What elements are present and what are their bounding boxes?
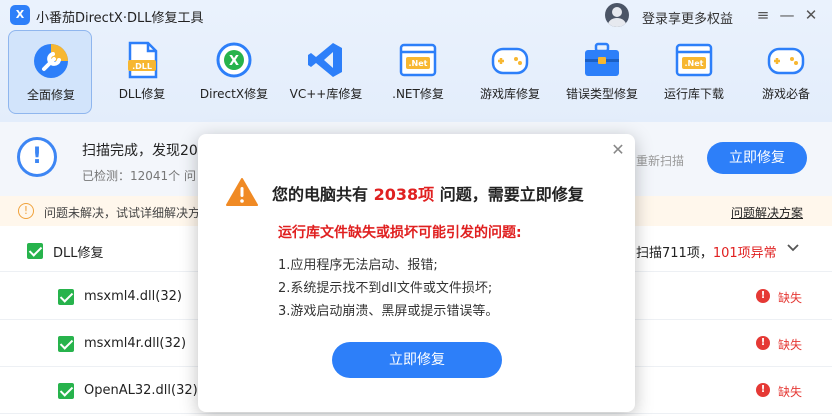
dotnet-window-icon: .Net xyxy=(399,43,437,77)
group-checkbox[interactable] xyxy=(27,243,43,259)
item-name: msxml4r.dll(32) xyxy=(84,336,187,351)
dialog-problem-item: 1.应用程序无法启动、报错; xyxy=(278,258,438,273)
svg-text:.Net: .Net xyxy=(409,59,428,68)
solution-link[interactable]: 问题解决方案 xyxy=(731,204,803,221)
svg-text:.DLL: .DLL xyxy=(132,62,152,71)
alert-circle-icon: ! xyxy=(18,203,34,219)
dialog-fix-now-button[interactable]: 立即修复 xyxy=(332,342,502,378)
tool-label: 游戏必备 xyxy=(761,87,810,101)
info-warning-icon: ! xyxy=(17,137,57,177)
group-scanned: 扫描711项， xyxy=(636,246,713,261)
group-stats: 扫描711项，101项异常 xyxy=(636,242,777,261)
group-name: DLL修复 xyxy=(53,246,104,261)
user-avatar-icon[interactable] xyxy=(605,3,629,27)
dialog-close-button[interactable]: ✕ xyxy=(610,142,626,158)
scan-result-title: 扫描完成，发现20 xyxy=(82,143,198,159)
item-status: 缺失 xyxy=(778,338,803,352)
item-checkbox[interactable] xyxy=(58,289,74,305)
menu-icon[interactable]: ≡ xyxy=(752,4,774,26)
dialog-problem-item: 2.系统提示找不到dll文件或文件损坏; xyxy=(278,281,493,296)
item-name: msxml4.dll(32) xyxy=(84,289,182,304)
tool-dll-repair[interactable]: .DLL DLL修复 xyxy=(100,30,184,114)
error-icon: ! xyxy=(756,383,770,397)
tool-label: 游戏库修复 xyxy=(479,87,540,101)
chevron-down-icon[interactable] xyxy=(786,240,800,254)
svg-text:X: X xyxy=(229,54,239,69)
item-name: OpenAL32.dll(32) xyxy=(84,383,198,398)
svg-text:.Net: .Net xyxy=(685,59,704,68)
app-title: 小番茄DirectX·DLL修复工具 xyxy=(36,11,204,26)
error-icon: ! xyxy=(756,336,770,350)
dll-file-icon: .DLL xyxy=(128,41,158,79)
fix-now-button[interactable]: 立即修复 xyxy=(707,142,807,174)
dialog-problem-item: 3.游戏启动崩溃、黑屏或提示错误等。 xyxy=(278,304,499,319)
tool-label: DLL修复 xyxy=(118,87,166,101)
login-link[interactable]: 登录享更多权益 xyxy=(642,8,733,27)
item-checkbox[interactable] xyxy=(58,336,74,352)
dialog-title: 您的电脑共有 2038项 问题，需要立即修复 xyxy=(272,181,584,205)
dialog-subtitle: 运行库文件缺失或损坏可能引发的问题: xyxy=(278,225,522,241)
close-window-button[interactable]: ✕ xyxy=(800,4,822,26)
gamepad-icon xyxy=(491,47,529,75)
notice-text: 问题未解决，试试详细解决方 xyxy=(44,206,201,220)
toolbox-icon xyxy=(585,42,619,76)
warning-triangle-icon xyxy=(226,178,258,206)
minimize-button[interactable]: — xyxy=(776,4,798,26)
item-status: 缺失 xyxy=(778,291,803,305)
group-abnormal: 101项异常 xyxy=(712,246,777,261)
visual-studio-icon xyxy=(308,43,342,77)
tool-label: VC++库修复 xyxy=(289,87,363,101)
tool-label: .NET修复 xyxy=(392,87,444,101)
issue-count: 2038项 xyxy=(373,185,435,204)
tool-vc-repair[interactable]: VC++库修复 xyxy=(284,30,368,114)
tool-dotnet-repair[interactable]: .Net .NET修复 xyxy=(376,30,460,114)
rescan-link[interactable]: 重新扫描 xyxy=(636,152,684,169)
tool-label: 全面修复 xyxy=(26,88,75,102)
tool-game-lib-repair[interactable]: 游戏库修复 xyxy=(468,30,552,114)
title-bar: X 小番茄DirectX·DLL修复工具 登录享更多权益 ≡ — ✕ xyxy=(0,0,832,30)
tool-label: 错误类型修复 xyxy=(565,87,638,101)
tool-label: DirectX修复 xyxy=(199,87,269,101)
gamepad-essential-icon xyxy=(767,47,805,75)
dotnet-download-icon: .Net xyxy=(675,43,713,77)
repair-dialog: ✕ 您的电脑共有 2038项 问题，需要立即修复 运行库文件缺失或损坏可能引发的… xyxy=(198,134,635,412)
tool-directx-repair[interactable]: X DirectX修复 xyxy=(192,30,276,114)
wrench-repair-icon xyxy=(34,44,68,78)
app-logo-icon: X xyxy=(10,5,30,25)
tool-bar: 全面修复 .DLL DLL修复 X DirectX修复 VC++库修复 .Net… xyxy=(8,30,832,114)
dialog-title-suffix: 问题，需要立即修复 xyxy=(434,185,584,204)
error-icon: ! xyxy=(756,289,770,303)
tool-runtime-download[interactable]: .Net 运行库下载 xyxy=(652,30,736,114)
tool-game-essentials[interactable]: 游戏必备 xyxy=(744,30,828,114)
item-checkbox[interactable] xyxy=(58,383,74,399)
tool-label: 运行库下载 xyxy=(663,87,724,101)
tool-error-type-repair[interactable]: 错误类型修复 xyxy=(560,30,644,114)
dialog-title-prefix: 您的电脑共有 xyxy=(272,185,374,204)
scan-result-detail: 已检测：12041个 问 xyxy=(82,169,196,183)
directx-icon: X xyxy=(216,42,252,78)
item-status: 缺失 xyxy=(778,385,803,399)
top-bar: X 小番茄DirectX·DLL修复工具 登录享更多权益 ≡ — ✕ 全面修复 … xyxy=(0,0,832,122)
tool-full-repair[interactable]: 全面修复 xyxy=(8,30,92,114)
